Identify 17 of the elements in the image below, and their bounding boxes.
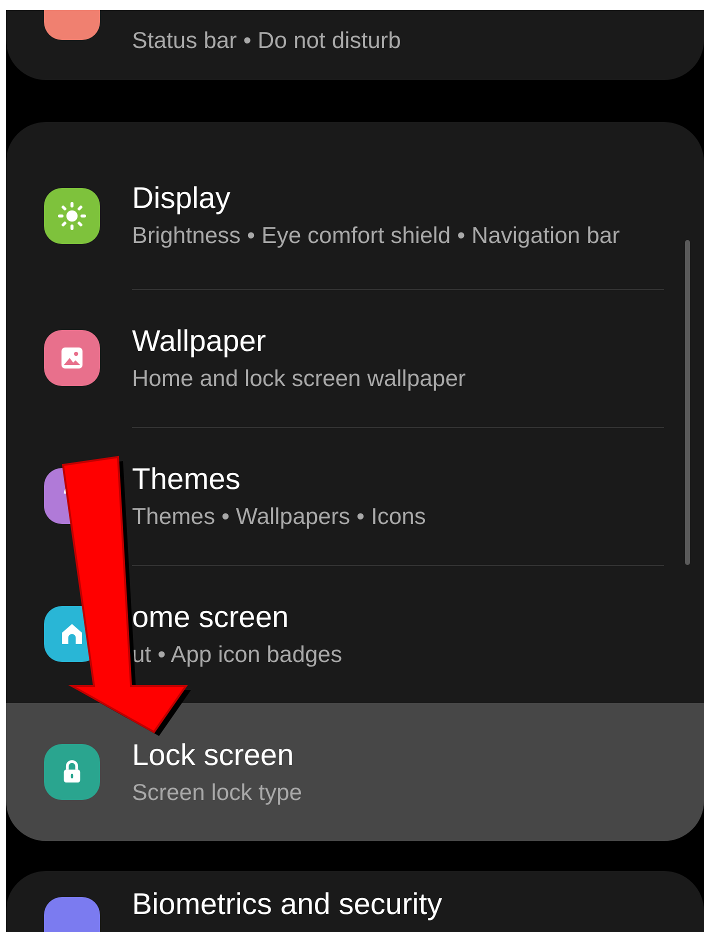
setting-title: Themes <box>132 462 242 498</box>
settings-row[interactable]: Display Brightness • Eye comfort shield • Navigation bar <box>6 122 704 289</box>
setting-title: Lock screen <box>132 738 295 774</box>
settings-row[interactable]: Lock screen Screen lock type <box>6 703 704 841</box>
setting-subtitle: Brightness • Eye comfort shield • Navigation bar <box>132 221 621 250</box>
settings-row[interactable]: Wallpaper Home and lock screen wallpaper <box>6 289 704 427</box>
scrollbar-icon <box>685 240 690 565</box>
setting-title: Wallpaper <box>132 324 267 360</box>
setting-title: Display <box>132 181 232 217</box>
setting-subtitle: Themes • Wallpapers • Icons <box>132 502 427 531</box>
setting-subtitle: Screen lock type <box>132 778 304 806</box>
setting-subtitle: Status bar • Do not disturb <box>132 26 401 55</box>
setting-title: ome screen <box>132 600 290 636</box>
setting-subtitle: Home and lock screen wallpaper <box>132 364 467 393</box>
setting-title: Biometrics and security <box>132 889 442 921</box>
setting-subtitle: ut • App icon badges <box>132 640 344 669</box>
sun-icon <box>57 200 87 230</box>
